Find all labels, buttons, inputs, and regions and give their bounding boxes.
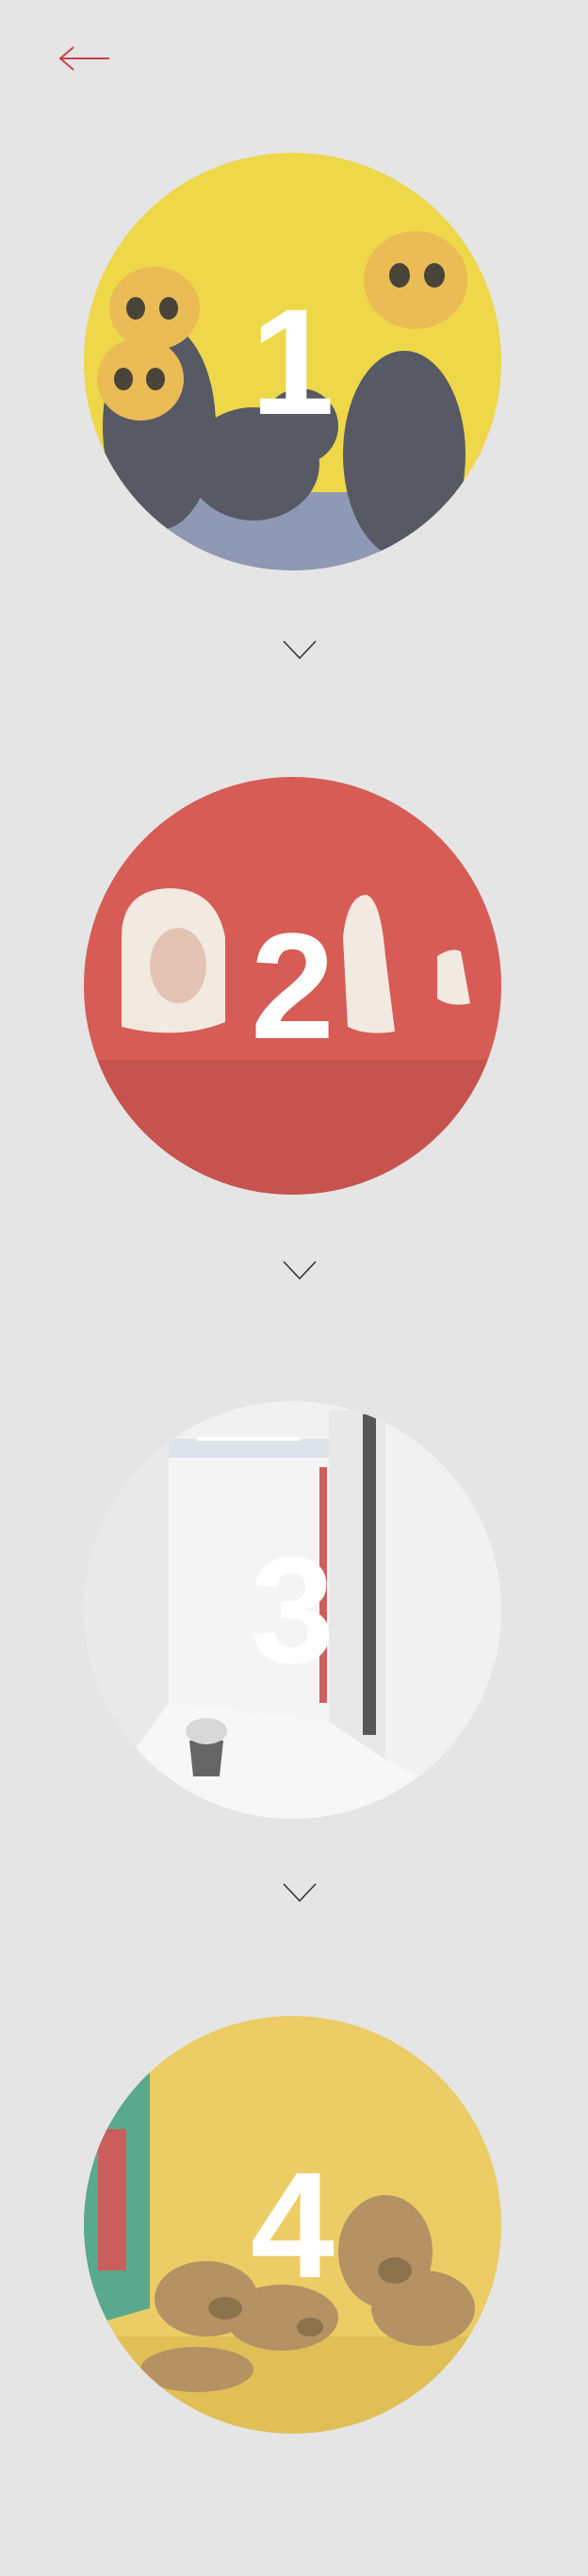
chevron-down-icon	[283, 1261, 317, 1280]
room-2-number: 2	[251, 900, 335, 1070]
back-button[interactable]	[57, 41, 113, 75]
room-3-number: 3	[251, 1525, 335, 1694]
scroll-down-button-1[interactable]	[281, 637, 318, 662]
room-3-tile[interactable]: 3	[84, 1401, 501, 1819]
scroll-down-button-3[interactable]	[281, 1880, 318, 1905]
chevron-down-icon	[283, 640, 317, 660]
room-4-tile[interactable]: 4	[84, 2016, 501, 2434]
chevron-down-icon	[283, 1883, 317, 1903]
scroll-down-button-2[interactable]	[281, 1258, 318, 1282]
arrow-left-icon	[58, 46, 109, 71]
room-4-number: 4	[251, 2139, 335, 2309]
room-1-tile[interactable]: 1	[84, 153, 501, 570]
room-1-number: 1	[251, 276, 335, 446]
room-2-tile[interactable]: 2	[84, 777, 501, 1195]
